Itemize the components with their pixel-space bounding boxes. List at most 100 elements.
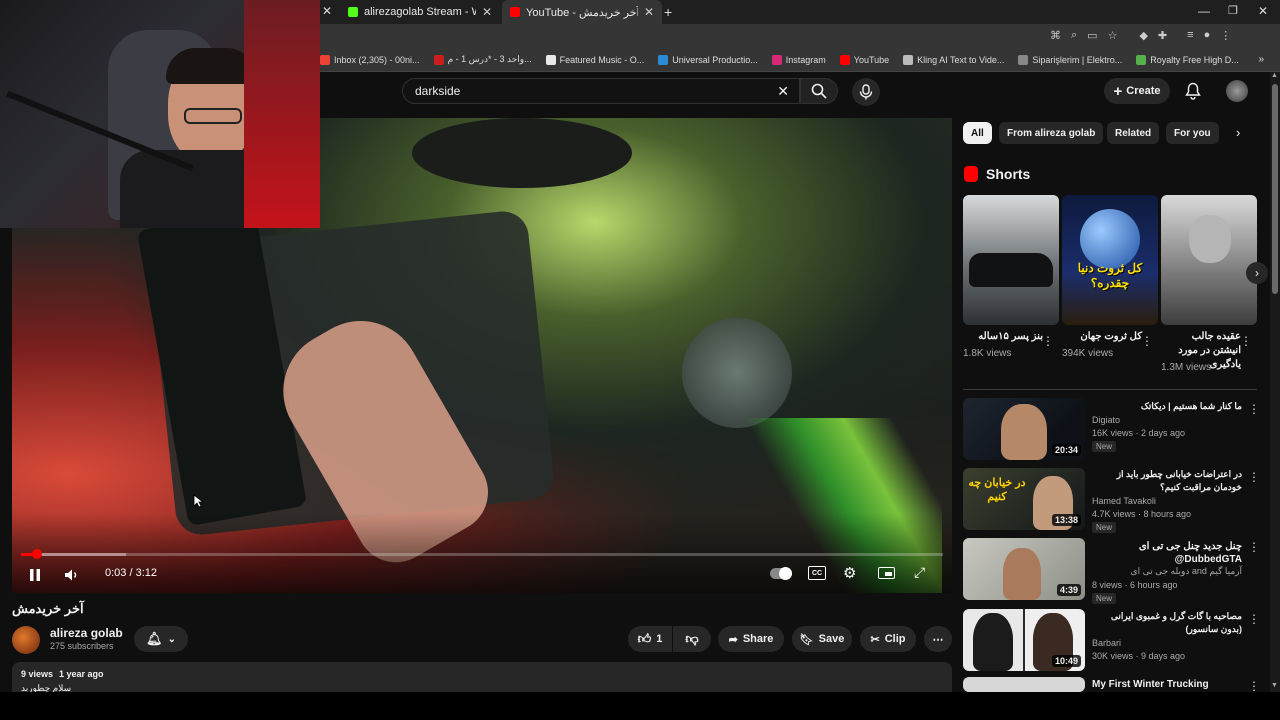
bookmark-youtube[interactable]: YouTube (839, 54, 890, 65)
video-duration: 20:34 (1051, 444, 1081, 456)
more-bookmarks-icon[interactable]: » (1258, 54, 1264, 65)
clip-label: Clip (884, 633, 906, 645)
chip-related[interactable]: Related (1107, 122, 1160, 144)
voice-search-button[interactable] (852, 78, 880, 106)
shorts-next-button[interactable]: › (1246, 262, 1268, 284)
thumbs-down-icon: 👎︎ (685, 631, 699, 646)
video-channel[interactable]: Barbari (1092, 638, 1121, 648)
like-button[interactable]: 👍︎ 1 (628, 626, 672, 652)
bookmark-instagram[interactable]: Instagram (771, 54, 826, 65)
share-button[interactable]: ➦ Share (718, 626, 784, 652)
description-box[interactable]: 9 views 1 year ago سلام چطورید (12, 662, 952, 692)
star-icon[interactable]: ☆ (1108, 29, 1118, 42)
video-thumbnail[interactable] (963, 677, 1085, 692)
short-thumbnail[interactable] (1161, 195, 1257, 325)
mute-button[interactable] (62, 566, 82, 584)
subscription-button[interactable]: 🔔︎ ⌄ (134, 626, 188, 652)
bookmark-label: Featured Music - O... (559, 54, 645, 65)
subtitles-button[interactable]: CC (808, 566, 826, 580)
video-menu-icon[interactable]: ⋮ (1248, 612, 1260, 626)
bookmark-universal[interactable]: Universal Productio... (658, 54, 758, 65)
tab-close-icon[interactable]: ✕ (322, 4, 332, 18)
tab-close-icon[interactable]: ✕ (482, 5, 492, 19)
bookmark-course[interactable]: واحد 3 - *درس 1 - م... (433, 54, 532, 65)
create-label: Create (1126, 85, 1161, 97)
video-title[interactable]: مصاحبه با گات گرل و غمبوی ایرانی (بدون س… (1092, 610, 1242, 636)
chip-for-you[interactable]: For you (1166, 122, 1219, 144)
video-thumbnail[interactable]: 10:49 (963, 609, 1085, 671)
profile-icon[interactable]: ● (1204, 29, 1211, 42)
new-tab-button[interactable]: + (664, 4, 672, 20)
video-channel[interactable]: Digiato (1092, 415, 1120, 425)
notifications-button[interactable] (1185, 82, 1201, 105)
cast-icon[interactable]: ▭ (1087, 29, 1097, 42)
search-input[interactable]: darkside (415, 84, 460, 98)
short-menu-icon[interactable]: ⋮ (1042, 334, 1054, 348)
video-menu-icon[interactable]: ⋮ (1248, 470, 1260, 484)
settings-button[interactable]: ⚙ (843, 564, 856, 582)
more-actions-button[interactable]: ⋯ (924, 626, 952, 652)
scroll-up-icon[interactable]: ▲ (1271, 72, 1278, 79)
bookmark-royalty-free[interactable]: Royalty Free High D... (1136, 54, 1239, 65)
bookmark-featured-music[interactable]: Featured Music - O... (545, 54, 645, 65)
page-scrollbar[interactable]: ▲ ▼ (1270, 72, 1280, 692)
channel-avatar[interactable] (12, 626, 40, 654)
tab-close-icon[interactable]: ✕ (644, 5, 654, 19)
video-thumbnail[interactable]: 4:39 (963, 538, 1085, 600)
video-menu-icon[interactable]: ⋮ (1248, 402, 1260, 416)
autoplay-toggle[interactable] (770, 567, 792, 580)
video-title[interactable]: ما کنار شما هستیم | دیکاتک (1092, 400, 1242, 413)
chips-next-icon[interactable]: › (1236, 125, 1240, 140)
short-title[interactable]: بنز پسر ۱۵ساله (963, 330, 1043, 344)
account-avatar[interactable] (1226, 80, 1248, 102)
bookmark-orders[interactable]: Siparişlerim | Elektro... (1018, 54, 1122, 65)
channel-name[interactable]: alireza golab (50, 626, 123, 640)
video-channel[interactable]: آرمیا گیم and دوبله جی تی ای (1092, 566, 1242, 577)
video-scene-shadow (412, 118, 632, 188)
video-thumbnail[interactable]: 20:34 (963, 398, 1085, 460)
translate-icon[interactable]: ⌘ (1050, 29, 1061, 42)
bookmark-gmail[interactable]: Inbox (2,305) - 00ni... (320, 54, 420, 65)
tab-youtube[interactable]: YouTube - آخر خریدمش ✕ (502, 0, 662, 24)
pause-button[interactable] (26, 566, 44, 584)
window-close-icon[interactable]: ✕ (1258, 4, 1268, 18)
progress-bar[interactable] (21, 553, 943, 556)
bookmark-kling[interactable]: Kling AI Text to Vide... (903, 54, 1004, 65)
dislike-button[interactable]: 👎︎ (673, 626, 711, 652)
clip-button[interactable]: ✂ Clip (860, 626, 916, 652)
subscriber-count: 275 subscribers (50, 641, 114, 651)
tab-stream[interactable]: alirezagolab Stream - Watch Li... ✕ (340, 0, 500, 24)
short-menu-icon[interactable]: ⋮ (1141, 334, 1153, 348)
video-channel[interactable]: Hamed Tavakoli (1092, 496, 1156, 506)
zoom-icon[interactable]: ⌕ (1071, 29, 1077, 42)
clear-search-icon[interactable]: ✕ (777, 83, 789, 100)
create-button[interactable]: + Create (1104, 78, 1170, 104)
bookmark-label: YouTube (853, 54, 890, 65)
save-button[interactable]: 🔖︎ Save (792, 626, 852, 652)
puzzle-icon[interactable]: ✚ (1158, 29, 1167, 42)
short-thumbnail[interactable]: کل ثروت دنیا چقدره؟ (1062, 195, 1158, 325)
video-thumbnail[interactable]: در خیابان چه کنیم 13:38 (963, 468, 1085, 530)
chip-from-channel[interactable]: From alireza golab (999, 122, 1104, 144)
menu-icon[interactable]: ⋮ (1220, 29, 1231, 42)
scrollbar-thumb[interactable] (1272, 84, 1278, 294)
search-button[interactable] (800, 78, 838, 104)
maximize-icon[interactable]: ❐ (1228, 4, 1238, 17)
minimize-icon[interactable]: — (1198, 4, 1210, 18)
video-title[interactable]: چنل جدید چنل جی تی ای DubbedGTA@ (1092, 540, 1242, 566)
short-menu-icon[interactable]: ⋮ (1240, 334, 1252, 348)
short-thumbnail[interactable] (963, 195, 1059, 325)
media-icon[interactable]: ≡ (1187, 29, 1193, 42)
video-menu-icon[interactable]: ⋮ (1248, 679, 1260, 693)
video-title[interactable]: My First Winter Trucking (1092, 678, 1242, 691)
search-box[interactable]: darkside ✕ (402, 78, 800, 104)
fullscreen-button[interactable]: ⤢ (914, 564, 925, 581)
scroll-down-icon[interactable]: ▼ (1271, 682, 1278, 689)
video-title[interactable]: در اعتراضات خیابانی چطور باید از خودمان … (1092, 468, 1242, 494)
short-title[interactable]: کل ثروت جهان (1062, 330, 1142, 344)
miniplayer-button[interactable] (878, 567, 895, 579)
video-menu-icon[interactable]: ⋮ (1248, 540, 1260, 554)
video-meta: 30K views · 9 days ago (1092, 651, 1186, 661)
chip-all[interactable]: All (963, 122, 992, 144)
extension-icon[interactable]: ◆ (1139, 29, 1147, 42)
